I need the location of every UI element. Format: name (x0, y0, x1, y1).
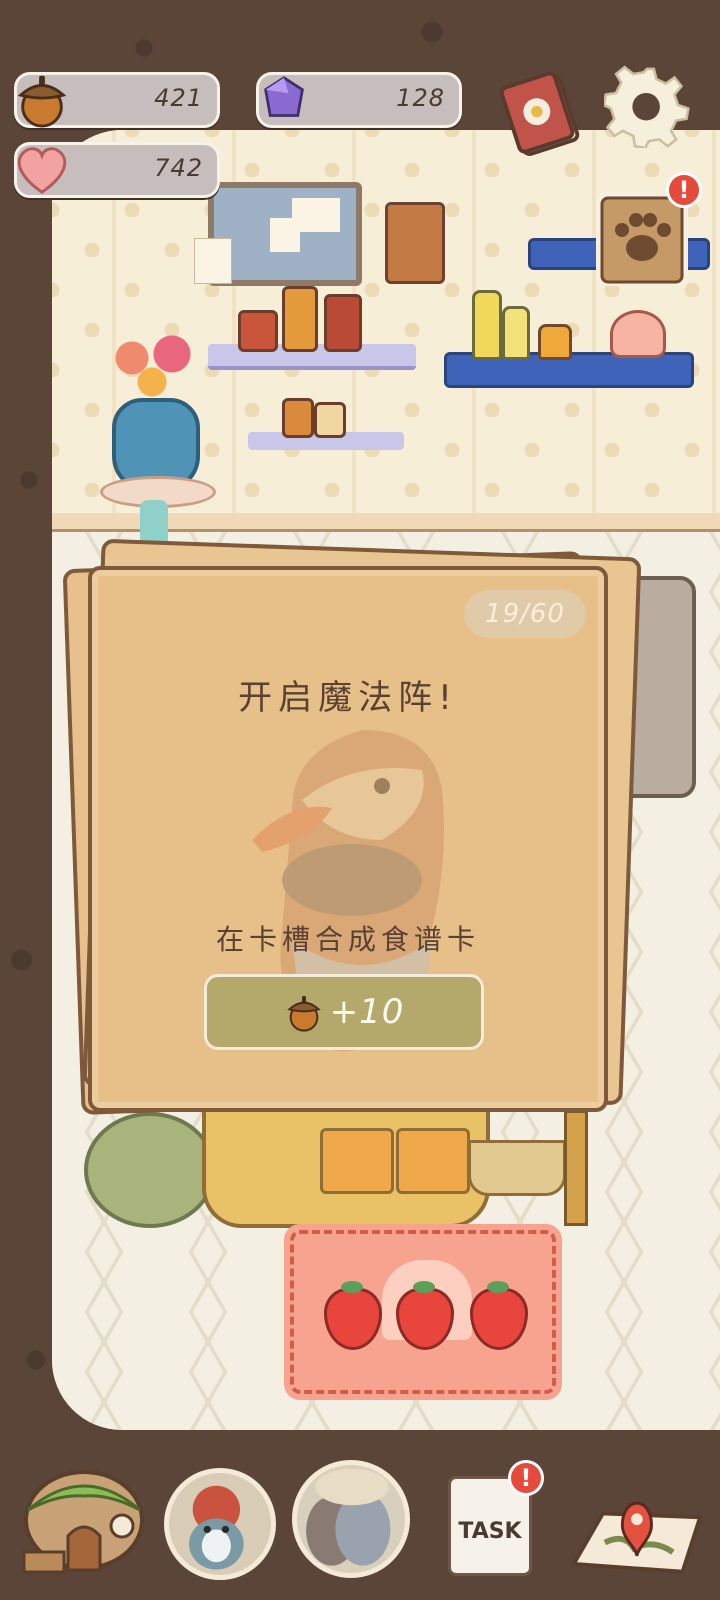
task-card[interactable]: 19/60 开启魔法阵! 在卡槽合成食谱卡 +10 (88, 566, 608, 1112)
pinned-paper (194, 238, 232, 284)
paw-note-button[interactable]: ! (592, 172, 702, 290)
jar (238, 310, 278, 352)
jar (324, 294, 362, 352)
strawberry-icon (470, 1281, 528, 1350)
crystal-count: 128 (396, 84, 445, 112)
strawberry-icon (324, 1281, 382, 1350)
strawberry-rug[interactable] (284, 1224, 562, 1400)
progress-counter: 19/60 (464, 590, 586, 638)
jar (282, 398, 314, 438)
acorn-counter[interactable]: 421 (14, 72, 220, 128)
notification-badge: ! (666, 172, 702, 208)
heart-icon (17, 147, 67, 194)
bottle (538, 324, 572, 360)
house-icon[interactable] (20, 1466, 150, 1576)
cabinet-door (396, 1128, 470, 1194)
map-icon[interactable] (566, 1474, 702, 1582)
crystal-counter[interactable]: 128 (256, 72, 462, 128)
strawberry-icon (396, 1281, 454, 1350)
birds-avatar-icon (306, 1468, 391, 1566)
bottle (472, 290, 502, 360)
recipe-book-icon[interactable] (494, 64, 590, 160)
crystal-icon (264, 76, 304, 117)
hanging-basket[interactable] (385, 202, 445, 284)
coral-decoration (102, 326, 202, 406)
wooden-pole (564, 1110, 588, 1226)
fruit-basket (468, 1140, 566, 1196)
kitchen-counter[interactable] (202, 1100, 490, 1228)
shell (610, 310, 666, 358)
penguin-avatar-icon (189, 1485, 244, 1570)
heart-count: 742 (154, 154, 203, 182)
cabinet-door (320, 1128, 394, 1194)
melon (84, 1112, 216, 1228)
birds-avatar-button[interactable] (292, 1460, 410, 1578)
reward-amount: +10 (329, 992, 405, 1032)
heart-counter[interactable]: 742 (14, 142, 220, 198)
gear-icon[interactable] (604, 62, 690, 148)
jar (282, 286, 318, 352)
acorn-icon (286, 996, 321, 1032)
bottle (502, 306, 530, 360)
acorn-count: 421 (154, 84, 203, 112)
jar (314, 402, 346, 438)
acorn-icon (17, 75, 67, 128)
task-label: TASK (458, 1519, 522, 1544)
claim-reward-button[interactable]: +10 (204, 974, 484, 1050)
notification-badge: ! (508, 1460, 544, 1496)
penguin-avatar-button[interactable] (164, 1468, 276, 1580)
pinned-note (270, 218, 300, 252)
card-description: 在卡槽合成食谱卡 (215, 923, 480, 956)
task-button[interactable]: TASK ! (448, 1460, 548, 1582)
